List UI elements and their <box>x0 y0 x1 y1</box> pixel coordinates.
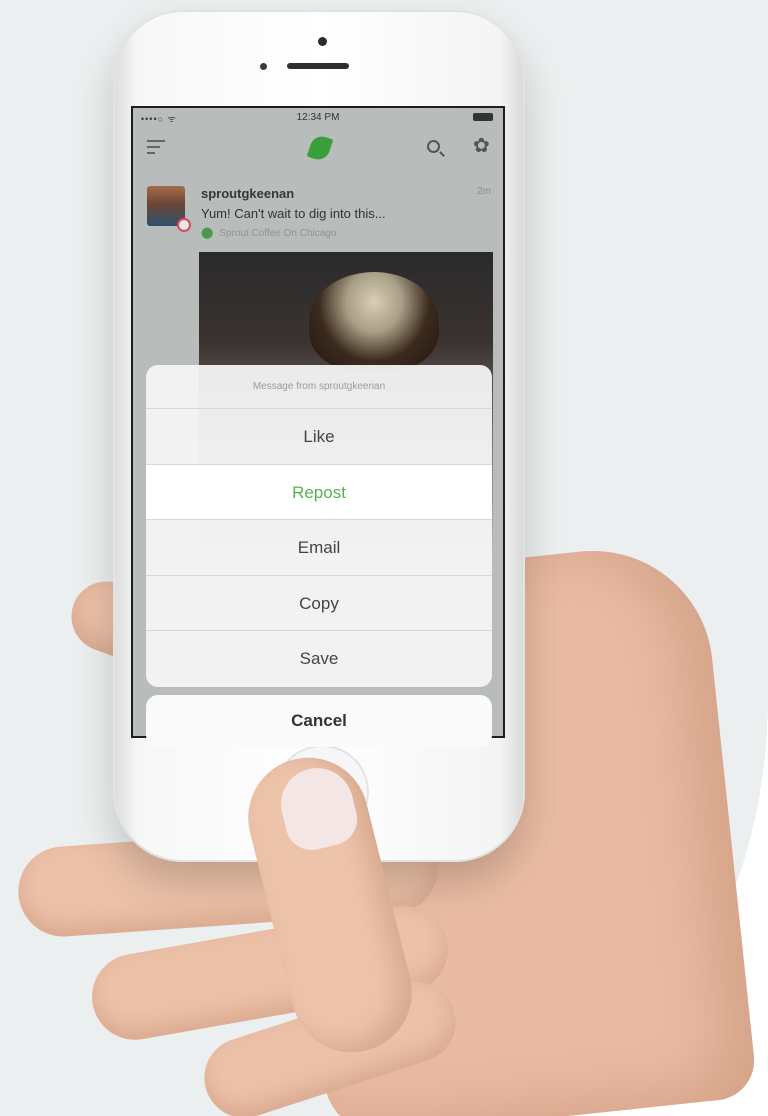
post-time: 2m <box>477 186 491 197</box>
post-username[interactable]: sproutgkeenan <box>201 186 294 201</box>
post-location[interactable]: ⬤ Sprout Coffee On Chicago <box>201 226 336 239</box>
front-camera <box>318 37 327 46</box>
action-sheet-title: Message from sproutgkeenan <box>146 365 492 409</box>
action-email[interactable]: Email <box>146 520 492 576</box>
leaf-icon <box>306 133 334 163</box>
post-text: Yum! Can't wait to dig into this... <box>201 206 386 221</box>
app-nav-bar: ✿ <box>133 126 503 168</box>
earpiece-speaker <box>287 63 349 69</box>
menu-icon[interactable] <box>147 140 165 156</box>
instagram-badge-icon <box>177 218 191 232</box>
search-icon[interactable] <box>427 140 440 153</box>
status-bar: ••••○ ᯤ 12:34 PM <box>133 108 503 126</box>
action-sheet: Message from sproutgkeenan Like Repost E… <box>146 365 492 687</box>
proximity-sensor <box>260 63 267 70</box>
action-save[interactable]: Save <box>146 631 492 687</box>
coffee-mug-image <box>309 272 439 372</box>
cancel-button[interactable]: Cancel <box>146 695 492 747</box>
gear-icon[interactable]: ✿ <box>473 136 490 156</box>
action-copy[interactable]: Copy <box>146 576 492 632</box>
location-label: Sprout Coffee On Chicago <box>219 228 337 239</box>
battery-icon <box>473 113 493 121</box>
action-like[interactable]: Like <box>146 409 492 465</box>
status-time: 12:34 PM <box>296 112 340 123</box>
location-pin-icon: ⬤ <box>201 227 214 239</box>
action-repost[interactable]: Repost <box>146 464 492 521</box>
